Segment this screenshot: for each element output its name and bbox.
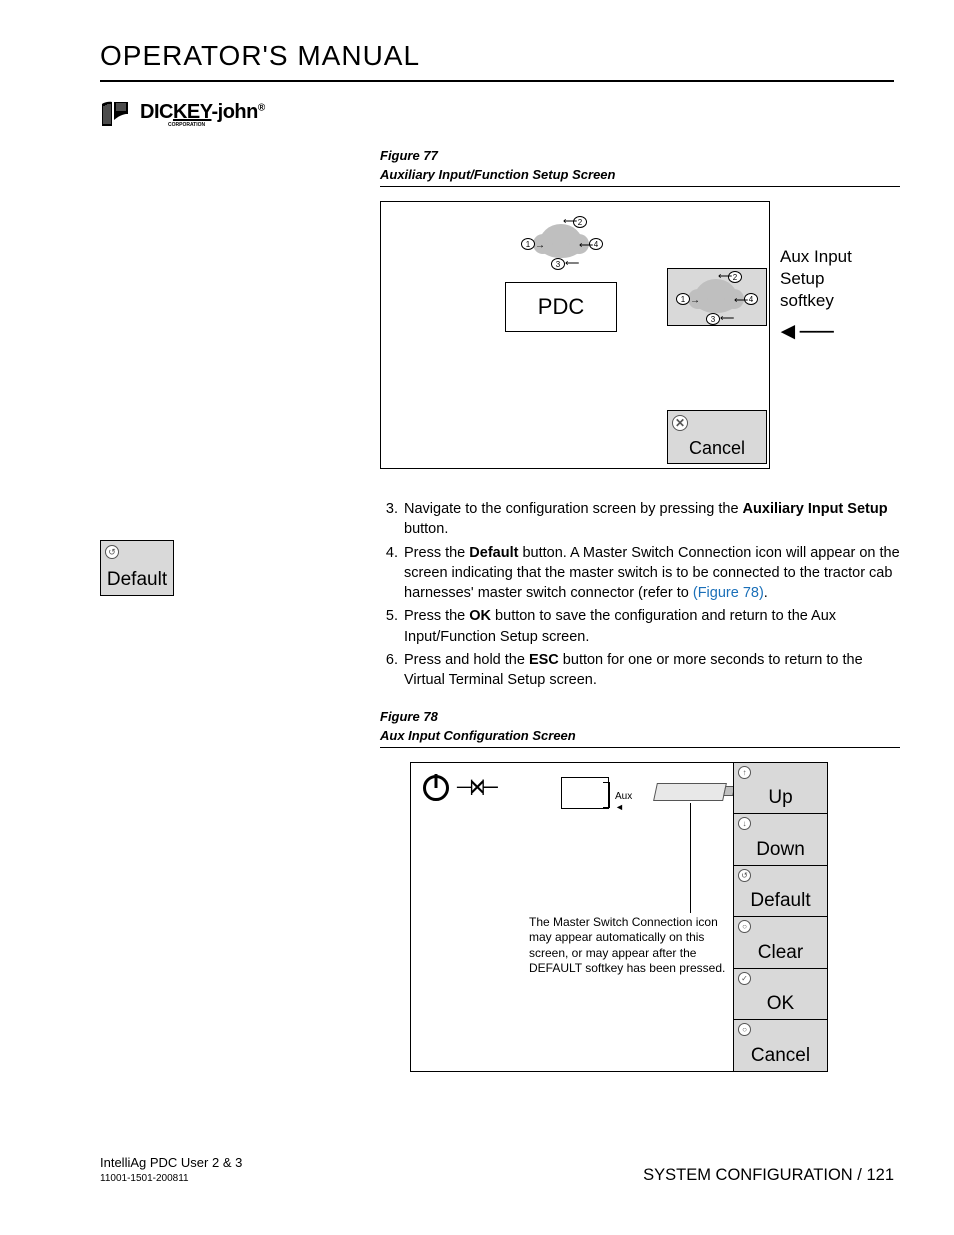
down-icon: ↓ [738, 817, 751, 830]
aux-input-setup-label: Aux Input Setup softkey [780, 246, 890, 312]
default-softkey: ↺Default [733, 866, 827, 918]
brand-pre: DIC [140, 101, 173, 123]
joypad-icon: 1 2 3 4 → ⟵ ⟵ ⟵ [521, 218, 601, 268]
figure-77-label: Figure 77 [380, 148, 900, 163]
figure-78-title: Aux Input Configuration Screen [380, 728, 900, 748]
callout-line [690, 803, 691, 913]
cab-connector-icon [653, 783, 727, 801]
registered-icon: ® [258, 102, 265, 113]
bubble-3b: 3 [706, 313, 720, 325]
up-softkey: ↑Up [733, 763, 827, 815]
header-rule [100, 80, 894, 82]
step-4: 4. Press the Default button. A Master Sw… [380, 543, 900, 604]
page-footer: IntelliAg PDC User 2 & 3 11001-1501-2008… [100, 1155, 894, 1185]
default-mini-icon: ↺ [105, 545, 119, 559]
down-softkey: ↓Down [733, 814, 827, 866]
power-icon [423, 775, 449, 801]
figure-78-note: The Master Switch Connection icon may ap… [529, 915, 729, 977]
figure-77-graphic: 1 2 3 4 → ⟵ ⟵ ⟵ PDC 1 2 3 4 → ⟵ ⟵ ⟵ ✕ [380, 201, 770, 469]
brand-key: KEY [173, 101, 212, 123]
step-3: 3. Navigate to the configuration screen … [380, 499, 900, 540]
aux-module-icon [561, 777, 609, 809]
brand-text: DICKEY-john® CORPORATION [140, 101, 265, 128]
clear-icon: ○ [738, 920, 751, 933]
close-icon: ✕ [672, 415, 688, 431]
cancel-label: Cancel [689, 438, 745, 459]
cancel-softkey-78: ○Cancel [733, 1020, 827, 1071]
instruction-steps: 3. Navigate to the configuration screen … [380, 499, 900, 691]
bubble-1: 1 [521, 238, 535, 250]
default-softkey-illustration: ↺ Default [100, 540, 174, 596]
figure-77-title: Auxiliary Input/Function Setup Screen [380, 167, 900, 187]
disconnect-icon: ⊣✕⊢ [455, 775, 494, 801]
brand-post: -john [211, 101, 257, 123]
default-icon: ↺ [738, 869, 751, 882]
footer-section: SYSTEM CONFIGURATION / 121 [643, 1166, 894, 1185]
aux-input-setup-softkey: 1 2 3 4 → ⟵ ⟵ ⟵ [667, 268, 767, 326]
brand-block: DICKEY-john® CORPORATION [100, 100, 894, 128]
figure-78-label: Figure 78 [380, 709, 900, 724]
arrow-left-icon: ◄── [776, 318, 834, 346]
footer-doc-no: 11001-1501-200811 [100, 1172, 242, 1185]
bubble-1b: 1 [676, 293, 690, 305]
cancel-icon: ○ [738, 1023, 751, 1036]
aux-label: Aux◄ [615, 791, 632, 813]
default-label: Default [107, 569, 167, 591]
brand-logo-icon [100, 100, 130, 128]
step-5: 5. Press the OK button to save the confi… [380, 606, 900, 647]
step-6: 6. Press and hold the ESC button for one… [380, 650, 900, 691]
ok-softkey: ✓OK [733, 969, 827, 1021]
clear-softkey: ○Clear [733, 917, 827, 969]
manual-title: OPERATOR'S MANUAL [100, 40, 894, 72]
cancel-softkey: ✕ Cancel [667, 410, 767, 464]
bubble-3: 3 [551, 258, 565, 270]
ok-icon: ✓ [738, 972, 751, 985]
up-icon: ↑ [738, 766, 751, 779]
pdc-box: PDC [505, 282, 617, 332]
figure-78-graphic: ⊣✕⊢ Aux◄ The Master Switch Connection ic… [410, 762, 828, 1072]
figure-78-link[interactable]: (Figure 78) [693, 585, 764, 601]
footer-product: IntelliAg PDC User 2 & 3 [100, 1155, 242, 1172]
figure-78-softkeys: ↑Up ↓Down ↺Default ○Clear ✓OK ○Cancel [733, 763, 827, 1071]
